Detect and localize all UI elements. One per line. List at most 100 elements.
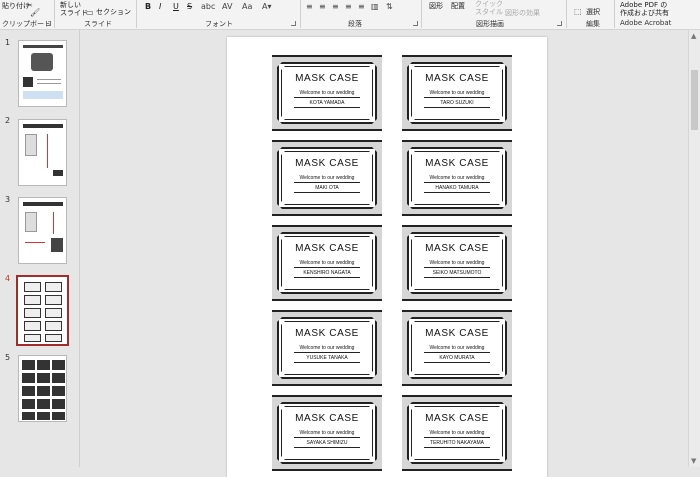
paragraph-launcher[interactable]	[413, 21, 418, 26]
font-color-icon[interactable]: A▾	[262, 2, 272, 11]
card-divider	[294, 352, 360, 353]
slide-thumbnail-5[interactable]	[18, 355, 67, 422]
align-left-icon[interactable]: ≡	[306, 2, 313, 11]
shadow-icon[interactable]: abc	[201, 2, 215, 11]
card-welcome-text: Welcome to our wedding	[299, 260, 355, 266]
card-guest-name: KOTA YAMADA	[309, 100, 345, 106]
mask-case-card[interactable]: MASK CASE Welcome to our wedding YUSUKE …	[272, 310, 382, 386]
card-guest-name: SAYAKA SHIMIZU	[306, 440, 348, 446]
italic-button[interactable]: I	[159, 3, 161, 11]
card-bottom-bar	[402, 129, 512, 131]
mask-case-card[interactable]: MASK CASE Welcome to our wedding SAYAKA …	[272, 395, 382, 471]
ribbon: ✂ 貼り付け 🖌 クリップボード 新しい スライド ▭ セクション スライド B…	[0, 0, 700, 30]
select-icon[interactable]: ⬚	[574, 7, 582, 16]
card-divider	[294, 192, 360, 193]
vertical-scrollbar[interactable]: ▲ ▼	[688, 30, 700, 467]
card-bottom-bar	[272, 299, 382, 301]
mask-case-card[interactable]: MASK CASE Welcome to our wedding KAYO MU…	[402, 310, 512, 386]
quick-styles-button[interactable]: クイック スタイル	[475, 0, 503, 16]
bold-button[interactable]: B	[145, 3, 151, 11]
underline-button[interactable]: U	[173, 3, 179, 11]
mask-case-card[interactable]: MASK CASE Welcome to our wedding TARO SU…	[402, 55, 512, 131]
clipboard-launcher[interactable]	[46, 21, 51, 26]
slide-thumbnail-1[interactable]	[18, 40, 67, 107]
card-bottom-bar	[402, 469, 512, 471]
create-pdf-button[interactable]: Adobe PDF の 作成および共有	[620, 1, 669, 17]
divider	[54, 0, 55, 28]
card-welcome-text: Welcome to our wedding	[299, 430, 355, 436]
paragraph-group-label: 段落	[348, 20, 362, 28]
card-top-bar	[402, 310, 512, 312]
card-divider	[424, 437, 490, 438]
justify-icon[interactable]: ≡	[345, 2, 352, 11]
mask-case-card[interactable]: MASK CASE Welcome to our wedding KENSHIR…	[272, 225, 382, 301]
thumbnail-number: 4	[5, 274, 11, 283]
shapes-button[interactable]: 図形	[429, 2, 443, 10]
card-guest-name: TARO SUZUKI	[440, 100, 474, 106]
thumbnail-number: 1	[5, 38, 11, 47]
card-welcome-text: Welcome to our wedding	[429, 175, 485, 181]
card-welcome-text: Welcome to our wedding	[299, 345, 355, 351]
new-slide-button[interactable]: 新しい スライド	[60, 1, 88, 17]
card-divider	[294, 437, 360, 438]
mask-case-card[interactable]: MASK CASE Welcome to our wedding TERUHIT…	[402, 395, 512, 471]
char-spacing-icon[interactable]: AV	[222, 2, 232, 11]
slide-thumbnail-2[interactable]	[18, 119, 67, 186]
card-divider	[294, 447, 360, 448]
slide-canvas[interactable]: MASK CASE Welcome to our wedding KOTA YA…	[227, 37, 547, 477]
section-icon[interactable]: ▭	[86, 8, 94, 17]
shape-effects-button[interactable]: 図形の効果	[505, 9, 540, 17]
select-button[interactable]: 選択	[586, 8, 600, 16]
drawing-launcher[interactable]	[557, 21, 562, 26]
mask-case-card[interactable]: MASK CASE Welcome to our wedding SEIKO M…	[402, 225, 512, 301]
card-bottom-bar	[272, 384, 382, 386]
arrange-button[interactable]: 配置	[451, 2, 465, 10]
divider	[566, 0, 567, 28]
card-title: MASK CASE	[295, 73, 359, 84]
card-guest-name: YUSUKE TANAKA	[306, 355, 348, 361]
columns-icon[interactable]: ▥	[371, 2, 379, 11]
card-guest-name: HANAKO TAMURA	[435, 185, 479, 191]
card-welcome-text: Welcome to our wedding	[429, 90, 485, 96]
slide-thumbnail-3[interactable]	[18, 197, 67, 264]
align-right-icon[interactable]: ≡	[332, 2, 339, 11]
acrobat-group-label: Adobe Acrobat	[620, 19, 672, 27]
card-welcome-text: Welcome to our wedding	[429, 345, 485, 351]
section-button[interactable]: セクション	[96, 8, 131, 16]
card-title: MASK CASE	[295, 328, 359, 339]
change-case-icon[interactable]: Aa	[242, 2, 252, 11]
scroll-up-icon[interactable]: ▲	[691, 32, 696, 40]
card-divider	[424, 362, 490, 363]
paste-button[interactable]: 貼り付け	[2, 2, 30, 10]
card-divider	[424, 107, 490, 108]
format-painter-icon[interactable]: 🖌	[30, 8, 40, 17]
card-divider	[424, 97, 490, 98]
slide-thumbnail-pane: 1 2 3 4 5	[0, 30, 80, 467]
card-bottom-bar	[402, 384, 512, 386]
drawing-group-label: 図形描画	[476, 20, 504, 28]
font-launcher[interactable]	[291, 21, 296, 26]
mask-case-card[interactable]: MASK CASE Welcome to our wedding KOTA YA…	[272, 55, 382, 131]
scroll-down-icon[interactable]: ▼	[691, 457, 696, 465]
slide-editor: MASK CASE Welcome to our wedding KOTA YA…	[81, 30, 700, 477]
thumbnail-number: 3	[5, 195, 11, 204]
mask-case-card[interactable]: MASK CASE Welcome to our wedding MAKI OT…	[272, 140, 382, 216]
thumbnail-number: 2	[5, 116, 11, 125]
scrollbar-thumb[interactable]	[691, 70, 698, 130]
card-bottom-bar	[272, 469, 382, 471]
slides-group-label: スライド	[84, 20, 112, 28]
distribute-icon[interactable]: ≡	[358, 2, 365, 11]
card-title: MASK CASE	[295, 243, 359, 254]
card-welcome-text: Welcome to our wedding	[429, 430, 485, 436]
mask-case-card[interactable]: MASK CASE Welcome to our wedding HANAKO …	[402, 140, 512, 216]
card-title: MASK CASE	[425, 243, 489, 254]
slide-thumbnail-4[interactable]	[16, 275, 69, 346]
card-welcome-text: Welcome to our wedding	[299, 175, 355, 181]
card-title: MASK CASE	[425, 413, 489, 424]
text-direction-icon[interactable]: ⇅	[386, 2, 393, 11]
card-title: MASK CASE	[425, 328, 489, 339]
strikethrough-button[interactable]: S	[187, 3, 192, 11]
align-center-icon[interactable]: ≡	[319, 2, 326, 11]
card-bottom-bar	[272, 214, 382, 216]
card-title: MASK CASE	[295, 413, 359, 424]
